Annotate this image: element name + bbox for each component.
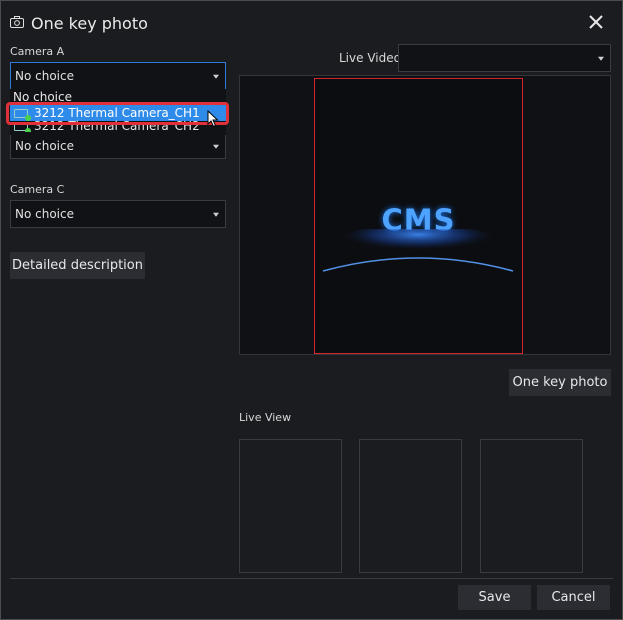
video-frame: CMS <box>314 78 523 354</box>
live-view-thumbnail[interactable] <box>480 439 583 573</box>
title-bar: One key photo <box>1 1 622 45</box>
chevron-down-icon <box>213 212 219 217</box>
camera-c-value: No choice <box>15 207 74 221</box>
camera-a-value: No choice <box>15 69 74 83</box>
save-button[interactable]: Save <box>458 585 531 610</box>
detailed-description-button[interactable]: Detailed description <box>10 252 145 279</box>
camera-c-select[interactable]: No choice <box>10 200 226 228</box>
close-icon[interactable] <box>587 13 605 31</box>
cancel-button[interactable]: Cancel <box>537 585 610 610</box>
chevron-down-icon <box>213 74 219 79</box>
chevron-down-icon <box>598 56 604 61</box>
footer-divider <box>10 578 613 579</box>
logo-glow-arc <box>322 229 514 272</box>
live-view-thumbnail[interactable] <box>239 439 342 573</box>
live-video-label: Live Video <box>339 51 401 65</box>
camera-b-select[interactable]: No choice <box>10 132 226 159</box>
chevron-down-icon <box>213 144 219 149</box>
dialog-title: One key photo <box>31 14 148 33</box>
camera-c-label: Camera C <box>10 183 65 196</box>
one-key-photo-button[interactable]: One key photo <box>509 369 611 396</box>
live-video-select[interactable] <box>398 44 611 72</box>
camera-b-value: No choice <box>15 139 74 153</box>
camera-a-select[interactable]: No choice <box>10 62 226 90</box>
camera-a-label: Camera A <box>10 45 65 58</box>
camera-icon <box>10 16 24 28</box>
one-key-photo-dialog: One key photo Camera A No choice No choi… <box>0 0 623 620</box>
live-view-thumbnail[interactable] <box>359 439 462 573</box>
mouse-pointer-icon <box>207 110 219 128</box>
live-view-label: Live View <box>239 411 292 424</box>
selection-highlight-annotation <box>6 102 229 125</box>
